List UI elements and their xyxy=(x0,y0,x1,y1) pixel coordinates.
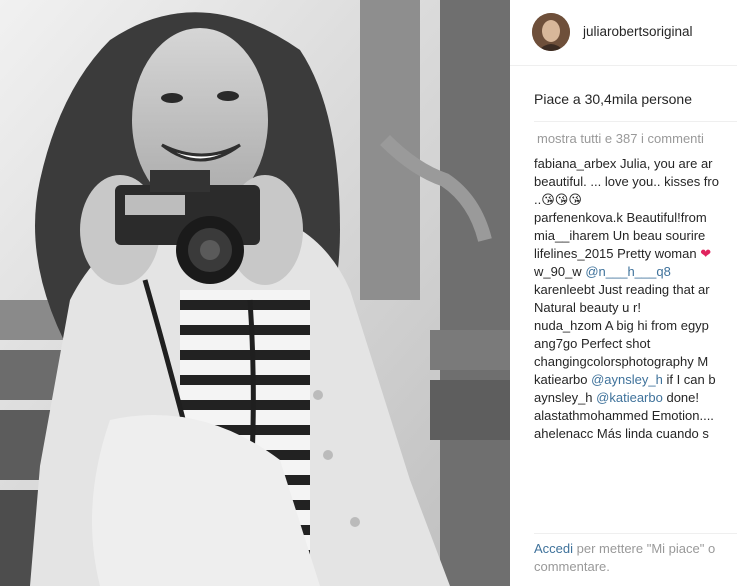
comment-text: done! xyxy=(662,390,700,405)
comment-username[interactable]: aynsley_h xyxy=(534,390,593,405)
post-header: juliarobertsoriginal xyxy=(510,0,737,66)
comment-item: aynsley_h @katiearbo done! xyxy=(534,389,737,407)
mention-link[interactable]: @n___h___q8 xyxy=(585,264,671,279)
comment-text: Emotion.... xyxy=(648,408,714,423)
comment-text-continuation: ..😘😘😘 xyxy=(534,192,582,207)
comment-text: A big hi from egyp xyxy=(601,318,709,333)
comment-text: Just reading that ar xyxy=(594,282,710,297)
comment-list: fabiana_arbex Julia, you are ar beautiful… xyxy=(534,155,737,443)
comment-item: ahelenacc Más linda cuando s xyxy=(534,425,737,443)
login-link[interactable]: Accedi xyxy=(534,541,573,556)
comment-text: M xyxy=(693,354,709,369)
author-username[interactable]: juliarobertsoriginal xyxy=(583,24,693,39)
comment-item: mia__iharem Un beau sourire xyxy=(534,227,737,245)
comment-text: Beautiful!from xyxy=(622,210,707,225)
comment-username[interactable]: changingcolorsphotography xyxy=(534,354,694,369)
comment-username[interactable]: lifelines_2015 xyxy=(534,246,614,261)
comment-item: ang7go Perfect shot xyxy=(534,335,737,353)
comment-item: katiearbo @aynsley_h if I can b xyxy=(534,371,737,389)
divider xyxy=(534,121,737,122)
likes-count[interactable]: Piace a 30,4mila persone xyxy=(534,91,692,107)
comment-username[interactable]: katiearbo xyxy=(534,372,587,387)
comment-text: Más linda cuando s xyxy=(593,426,709,441)
comment-item: w_90_w @n___h___q8 xyxy=(534,263,737,281)
comment-username[interactable]: w_90_w xyxy=(534,264,582,279)
comment-text: if I can b xyxy=(662,372,716,387)
comment-text: Perfect shot xyxy=(577,336,651,351)
login-prompt: Accedi per mettere "Mi piace" o commenta… xyxy=(534,540,737,576)
comment-text: Un beau sourire xyxy=(609,228,706,243)
comment-username[interactable]: ang7go xyxy=(534,336,577,351)
comment-username[interactable]: alastathmohammed xyxy=(534,408,648,423)
mention-link[interactable]: @katiearbo xyxy=(596,390,663,405)
comment-item: lifelines_2015 Pretty woman ❤ xyxy=(534,245,737,263)
comment-username[interactable]: ahelenacc xyxy=(534,426,593,441)
comment-item: alastathmohammed Emotion.... xyxy=(534,407,737,425)
login-prompt-text-line2: commentare. xyxy=(534,559,610,574)
comment-username[interactable]: mia__iharem xyxy=(534,228,609,243)
comment-text: Pretty woman xyxy=(613,246,701,261)
login-prompt-text: per mettere "Mi piace" o xyxy=(573,541,716,556)
comment-text-continuation: beautiful. ... love you.. kisses fro xyxy=(534,174,719,189)
mention-link[interactable]: @aynsley_h xyxy=(591,372,663,387)
comment-username[interactable]: parfenenkova.k xyxy=(534,210,623,225)
comment-item: changingcolorsphotography M xyxy=(534,353,737,371)
divider xyxy=(534,533,737,534)
comment-item: fabiana_arbex Julia, you are ar xyxy=(534,155,737,173)
comment-item: nuda_hzom A big hi from egyp xyxy=(534,317,737,335)
post-photo[interactable] xyxy=(0,0,510,586)
comment-text-continuation: Natural beauty u r! xyxy=(534,300,641,315)
post-sidebar: juliarobertsoriginal Piace a 30,4mila pe… xyxy=(510,0,737,586)
comment-username[interactable]: fabiana_arbex xyxy=(534,156,616,171)
comment-item: parfenenkova.k Beautiful!from xyxy=(534,209,737,227)
photo-illustration xyxy=(0,0,510,586)
comment-username[interactable]: karenleebt xyxy=(534,282,595,297)
avatar[interactable] xyxy=(532,13,570,51)
comment-text: Julia, you are ar xyxy=(616,156,713,171)
heart-emoji: ❤ xyxy=(700,246,712,261)
show-all-comments-link[interactable]: mostra tutti e 387 i commenti xyxy=(537,131,704,146)
comment-item: karenleebt Just reading that ar xyxy=(534,281,737,299)
comment-username[interactable]: nuda_hzom xyxy=(534,318,602,333)
